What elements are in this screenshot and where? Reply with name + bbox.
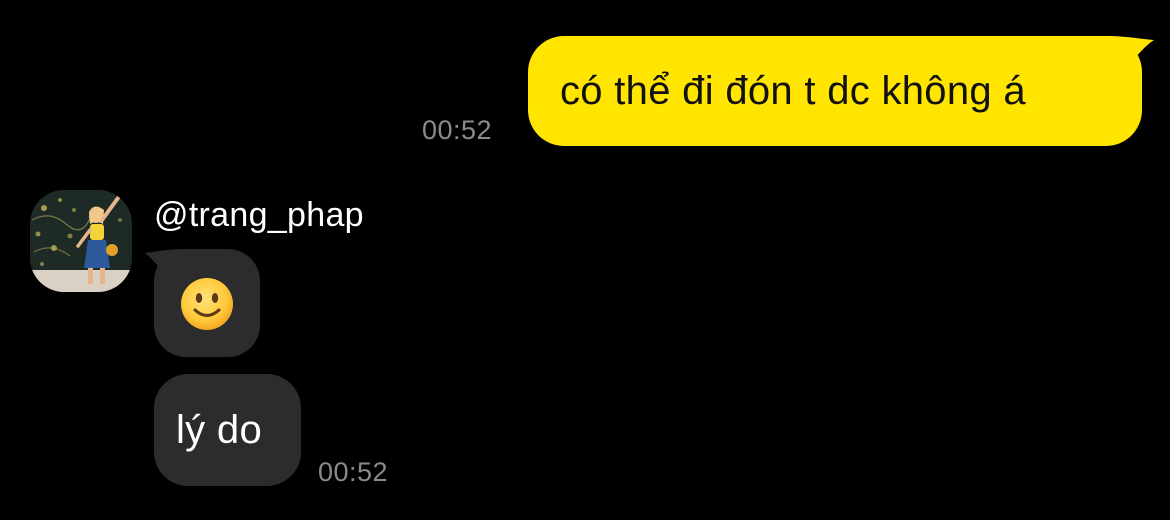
outgoing-message-time: 00:52	[422, 115, 493, 145]
incoming-message-time: 00:52	[318, 457, 389, 487]
profile-photo-icon	[30, 190, 132, 292]
slightly-smiling-face-icon	[181, 278, 233, 330]
avatar[interactable]	[30, 190, 132, 292]
incoming-text-bubble[interactable]: lý do	[154, 374, 301, 486]
sender-username[interactable]: @trang_phap	[154, 196, 364, 235]
outgoing-message-text: có thể đi đón t dc không á	[560, 68, 1026, 113]
outgoing-message-row: 00:52 có thể đi đón t dc không á	[0, 0, 1170, 160]
incoming-message-text: lý do	[176, 407, 262, 452]
outgoing-message-bubble[interactable]: có thể đi đón t dc không á	[528, 36, 1142, 146]
